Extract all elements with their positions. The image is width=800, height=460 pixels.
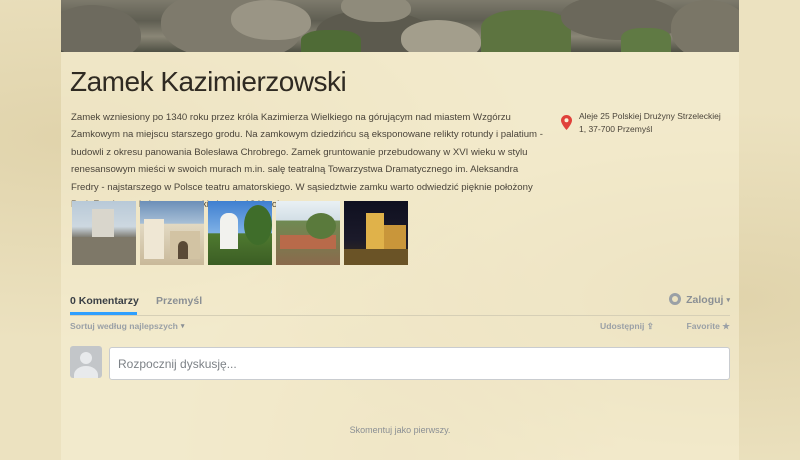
gallery-thumbnail[interactable]	[208, 201, 272, 265]
tab-community[interactable]: Przemyśl	[156, 295, 202, 307]
chevron-down-icon: ▾	[726, 297, 730, 304]
avatar	[70, 346, 102, 378]
disqus-icon	[669, 293, 682, 305]
comments-tabs: 0 Komentarzy Przemyśl Zaloguj ▾	[70, 290, 730, 316]
place-description: Zamek wzniesiony po 1340 roku przez król…	[71, 112, 543, 210]
gallery-thumbnail[interactable]	[344, 201, 408, 265]
address-text: Aleje 25 Polskiej Drużyny Strzeleckiej 1…	[579, 111, 721, 134]
address-block: Aleje 25 Polskiej Drużyny Strzeleckiej 1…	[560, 110, 730, 136]
share-label: Udostępnij	[600, 321, 645, 331]
photo-gallery	[72, 201, 408, 265]
sort-bar: Sortuj według najlepszych ▾ Udostępnij ⇪ …	[70, 321, 730, 335]
map-pin-icon	[561, 115, 572, 130]
gallery-thumbnail[interactable]	[276, 201, 340, 265]
star-icon: ★	[722, 321, 730, 331]
comment-input[interactable]	[109, 347, 730, 380]
header-banner-image	[61, 0, 739, 52]
login-label: Zaloguj	[686, 294, 724, 306]
favorite-label: Favorite	[686, 321, 720, 331]
empty-comments-message: Skomentuj jako pierwszy.	[349, 425, 451, 435]
chevron-down-icon: ▾	[180, 323, 185, 330]
active-tab-indicator	[70, 312, 137, 315]
share-button[interactable]: Udostępnij ⇪	[600, 321, 654, 332]
favorite-button[interactable]: Favorite ★	[686, 321, 730, 332]
tab-comments[interactable]: 0 Komentarzy	[70, 295, 139, 307]
share-icon: ⇪	[646, 321, 654, 331]
page-title: Zamek Kazimierzowski	[70, 66, 347, 97]
gallery-thumbnail[interactable]	[72, 201, 136, 265]
login-button[interactable]: Zaloguj ▾	[669, 293, 730, 306]
sort-label: Sortuj według najlepszych	[70, 321, 178, 331]
gallery-thumbnail[interactable]	[140, 201, 204, 265]
sort-dropdown[interactable]: Sortuj według najlepszych ▾	[70, 321, 184, 331]
